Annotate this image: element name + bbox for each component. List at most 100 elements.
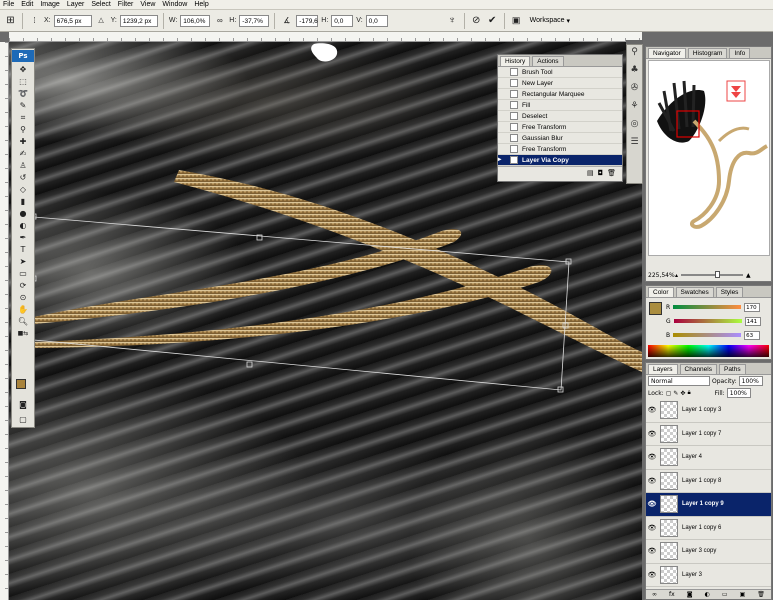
layer-row[interactable]: 👁︎ Layer 1 copy 8 (646, 470, 771, 493)
bridge-icon[interactable]: ▣ (510, 14, 523, 27)
lock-position-icon[interactable]: ✥ (680, 390, 685, 397)
new-group-icon[interactable]: ▭ (722, 590, 728, 599)
adjustment-layer-icon[interactable]: ◐ (705, 590, 710, 599)
history-snapshot-checkbox[interactable] (498, 67, 508, 78)
history-item[interactable]: Rectangular Marquee (498, 89, 622, 100)
layer-row[interactable]: 👁︎ Layer 1 copy 7 (646, 423, 771, 446)
navigator-zoom[interactable]: 225,54% (648, 272, 675, 279)
tab-info[interactable]: Info (729, 48, 751, 58)
lock-transparency-icon[interactable]: ▢ (666, 390, 672, 397)
reference-point-icon[interactable]: ⁞ (28, 14, 41, 27)
history-snapshot-checkbox[interactable] (498, 111, 508, 122)
brush-tool-icon[interactable]: ✍ (12, 148, 34, 160)
layer-row[interactable]: 👁︎ Layer 1 copy 9 (646, 493, 771, 517)
menu-filter[interactable]: Filter (118, 1, 134, 8)
eyedropper-tool-icon[interactable]: ⚲ (12, 124, 34, 136)
menu-layer[interactable]: Layer (67, 1, 85, 8)
opacity-field[interactable]: 100% (738, 376, 763, 386)
menu-view[interactable]: View (140, 1, 155, 8)
angle-field[interactable]: -179,6 (296, 14, 319, 27)
w-field[interactable]: 106,0% (180, 14, 211, 27)
x-field[interactable]: 676,5 px (53, 14, 92, 27)
3d-rotate-tool-icon[interactable]: ⟳ (12, 280, 34, 292)
tool-presets-panel-icon[interactable]: ✇ (627, 81, 642, 96)
cancel-transform-icon[interactable]: ⊘ (470, 14, 483, 27)
red-slider[interactable] (673, 305, 742, 309)
menu-image[interactable]: Image (40, 1, 59, 8)
foreground-color-swatch[interactable] (16, 379, 26, 389)
trash-icon[interactable]: 🗑︎ (607, 169, 616, 177)
eye-icon[interactable]: 👁︎ (646, 406, 658, 414)
hand-tool-icon[interactable]: ✋ (12, 304, 34, 316)
history-snapshot-checkbox[interactable] (498, 133, 508, 144)
tab-channels[interactable]: Channels (679, 364, 717, 374)
camera-icon[interactable]: ◘ (598, 169, 604, 177)
new-layer-icon[interactable]: ▣ (740, 590, 746, 599)
tab-paths[interactable]: Paths (718, 364, 746, 374)
warp-mode-icon[interactable]: ♆ (446, 14, 459, 27)
menu-select[interactable]: Select (91, 1, 110, 8)
tab-history[interactable]: History (500, 56, 531, 66)
eye-icon[interactable]: 👁︎ (646, 477, 658, 485)
move-tool-icon[interactable]: ✥ (12, 64, 34, 76)
history-item[interactable]: Gaussian Blur (498, 133, 622, 144)
delete-layer-icon[interactable]: 🗑︎ (757, 590, 765, 599)
blur-tool-icon[interactable]: ● (12, 208, 34, 220)
eye-icon[interactable]: 👁︎ (646, 500, 658, 508)
lock-paint-icon[interactable]: ✎ (673, 390, 678, 397)
hskew-field[interactable]: 0,0 (331, 14, 354, 27)
vskew-field[interactable]: 0,0 (365, 14, 388, 27)
green-slider[interactable] (673, 319, 742, 323)
history-item[interactable]: Free Transform (498, 144, 622, 155)
lasso-tool-icon[interactable]: ➰ (12, 88, 34, 100)
eye-icon[interactable]: 👁︎ (646, 453, 658, 461)
zoom-in-icon[interactable]: ▲ (746, 272, 751, 279)
3d-camera-tool-icon[interactable]: ⊙ (12, 292, 34, 304)
history-item[interactable]: ▸ Layer Via Copy (498, 155, 622, 166)
marquee-tool-icon[interactable]: ⬚ (12, 76, 34, 88)
blue-slider[interactable] (673, 333, 742, 337)
menu-file[interactable]: File (3, 1, 14, 8)
color-spectrum[interactable] (648, 345, 769, 357)
history-snapshot-checkbox[interactable] (498, 100, 508, 111)
fill-field[interactable]: 100% (726, 388, 751, 398)
eye-icon[interactable]: 👁︎ (646, 547, 658, 555)
clone-source-panel-icon[interactable]: ♣ (627, 63, 642, 78)
zoom-out-icon[interactable]: ▴ (675, 272, 678, 279)
history-snapshot-checkbox[interactable]: ▸ (498, 155, 508, 166)
layer-style-icon[interactable]: fx (669, 590, 675, 599)
zoom-slider-thumb[interactable] (715, 271, 721, 278)
green-field[interactable]: 141 (744, 316, 761, 326)
menu-window[interactable]: Window (162, 1, 187, 8)
layer-row[interactable]: 👁︎ Layer 3 (646, 564, 771, 587)
layer-row[interactable]: 👁︎ Layer 4 (646, 446, 771, 470)
quick-mask-icon[interactable]: ◙ (12, 399, 34, 411)
red-field[interactable]: 170 (744, 302, 761, 312)
eraser-tool-icon[interactable]: ◇ (12, 184, 34, 196)
lock-all-icon[interactable]: 🔒︎ (687, 389, 690, 397)
menu-edit[interactable]: Edit (21, 1, 33, 8)
tab-actions[interactable]: Actions (532, 56, 564, 66)
eye-icon[interactable]: 👁︎ (646, 430, 658, 438)
add-mask-icon[interactable]: ◙ (687, 590, 693, 599)
workspace-menu[interactable]: Workspace ▾ (530, 17, 570, 25)
new-document-from-state-icon[interactable]: ▤ (587, 169, 594, 177)
history-item[interactable]: Free Transform (498, 122, 622, 133)
history-snapshot-checkbox[interactable] (498, 144, 508, 155)
notes-panel-icon[interactable]: ☰ (627, 135, 642, 150)
eye-icon[interactable]: 👁︎ (646, 524, 658, 532)
dodge-tool-icon[interactable]: ◐ (12, 220, 34, 232)
layer-row[interactable]: 👁︎ Layer 1 copy 6 (646, 517, 771, 540)
link-icon[interactable]: ∞ (213, 14, 226, 27)
screen-mode-icon[interactable]: ▢ (12, 414, 34, 426)
link-layers-icon[interactable]: ∞ (652, 590, 657, 599)
tab-navigator[interactable]: Navigator (648, 48, 686, 58)
transform-reference-icon[interactable]: ⊞ (4, 14, 17, 27)
menu-help[interactable]: Help (194, 1, 208, 8)
shape-tool-icon[interactable]: ▭ (12, 268, 34, 280)
tab-histogram[interactable]: Histogram (687, 48, 728, 58)
default-colors-icon[interactable]: ■⇆ (12, 328, 34, 340)
tab-layers[interactable]: Layers (648, 364, 678, 374)
history-item[interactable]: Deselect (498, 111, 622, 122)
tab-styles[interactable]: Styles (715, 287, 744, 297)
